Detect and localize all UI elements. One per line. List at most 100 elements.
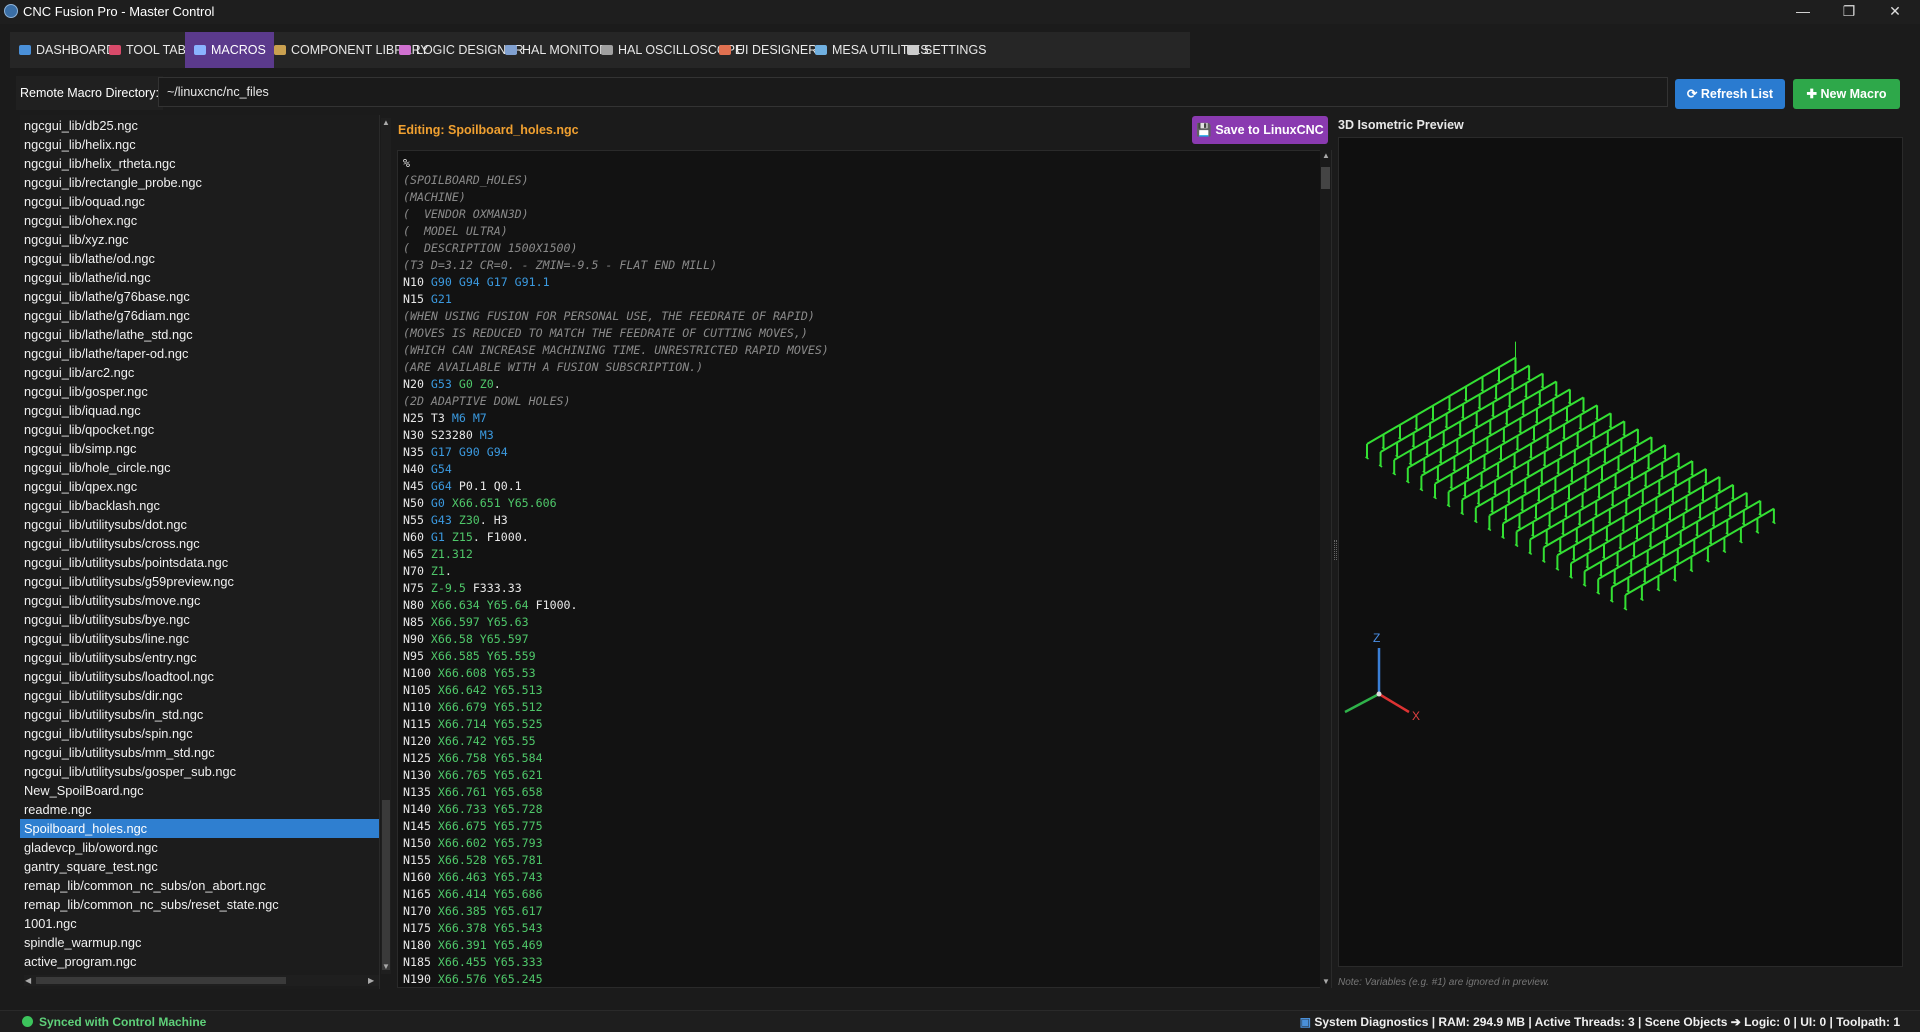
file-list-item[interactable]: remap_lib/common_nc_subs/reset_state.ngc	[20, 895, 379, 914]
file-list-item[interactable]: ngcgui_lib/xyz.ngc	[20, 230, 379, 249]
hole-mark	[1555, 567, 1560, 571]
code-line: N30 S23280 M3	[403, 427, 494, 444]
restore-button[interactable]: ❐	[1826, 0, 1872, 24]
hole-mark	[1365, 456, 1369, 460]
file-list-item[interactable]: remap_lib/common_nc_subs/on_abort.ngc	[20, 876, 379, 895]
code-token: X66.378 Y65.543	[437, 921, 543, 935]
file-list-item[interactable]: ngcgui_lib/hole_circle.ngc	[20, 458, 379, 477]
file-list-item[interactable]: New_SpoilBoard.ngc	[20, 781, 379, 800]
code-line: N40 G54	[403, 461, 452, 478]
tab-logic-designer[interactable]: LOGIC DESIGNER	[390, 32, 524, 68]
tab-mesa-utilities[interactable]: MESA UTILITIES	[806, 32, 929, 68]
file-list-item[interactable]: ngcgui_lib/utilitysubs/mm_std.ngc	[20, 743, 379, 762]
file-list-item[interactable]: ngcgui_lib/rectangle_probe.ngc	[20, 173, 379, 192]
gcode-editor[interactable]: % (SPOILBOARD_HOLES) (MACHINE) ( VENDOR OXM…	[397, 150, 1332, 988]
file-list-item[interactable]: active_program.ngc	[20, 952, 379, 971]
file-list-item[interactable]: ngcgui_lib/lathe/g76base.ngc	[20, 287, 379, 306]
save-to-linuxcnc-button[interactable]: 💾 Save to LinuxCNC	[1192, 116, 1328, 144]
hole-mark	[1419, 488, 1424, 492]
scroll-left-arrow-icon[interactable]: ◀	[25, 976, 31, 985]
file-list-item[interactable]: ngcgui_lib/helix_rtheta.ngc	[20, 154, 379, 173]
new-macro-button[interactable]: ✚ New Macro	[1793, 79, 1900, 109]
tab-label: SETTINGS	[924, 43, 987, 57]
scroll-down-arrow-icon[interactable]: ▼	[382, 962, 390, 971]
file-list-item[interactable]: spindle_warmup.ngc	[20, 933, 379, 952]
file-list-item[interactable]: Spoilboard_holes.ngc	[20, 819, 379, 838]
toolpath-canvas[interactable]: Z X	[1339, 138, 1902, 966]
tab-hal-oscilloscope[interactable]: HAL OSCILLOSCOPE	[592, 32, 743, 68]
file-list-item[interactable]: ngcgui_lib/helix.ngc	[20, 135, 379, 154]
minimize-button[interactable]: —	[1780, 0, 1826, 24]
tab-macros[interactable]: MACROS	[185, 32, 274, 68]
close-button[interactable]: ✕	[1872, 0, 1918, 24]
file-list-item[interactable]: ngcgui_lib/utilitysubs/dir.ngc	[20, 686, 379, 705]
file-list-item[interactable]: ngcgui_lib/utilitysubs/move.ngc	[20, 591, 379, 610]
refresh-list-button[interactable]: ⟳ Refresh List	[1675, 79, 1785, 109]
hole-mark	[1755, 530, 1760, 534]
code-line: N120 X66.742 Y65.55	[403, 733, 536, 750]
code-line: N70 Z1.	[403, 563, 452, 580]
file-list-item[interactable]: ngcgui_lib/iquad.ngc	[20, 401, 379, 420]
file-list-item[interactable]: ngcgui_lib/utilitysubs/loadtool.ngc	[20, 667, 379, 686]
file-list-item[interactable]: ngcgui_lib/qpex.ngc	[20, 477, 379, 496]
code-token: X66.714 Y65.525	[437, 717, 543, 731]
file-list-item[interactable]: ngcgui_lib/utilitysubs/gosper_sub.ngc	[20, 762, 379, 781]
tab-tool-table[interactable]: TOOL TABLE	[100, 32, 201, 68]
file-list-item[interactable]: ngcgui_lib/utilitysubs/cross.ngc	[20, 534, 379, 553]
file-list-item[interactable]: ngcgui_lib/lathe/lathe_std.ngc	[20, 325, 379, 344]
file-list-item[interactable]: ngcgui_lib/utilitysubs/in_std.ngc	[20, 705, 379, 724]
tab-dashboard[interactable]: DASHBOARD	[10, 32, 115, 68]
tab-settings[interactable]: SETTINGS	[898, 32, 989, 68]
code-token: N80	[403, 598, 431, 612]
chart-icon	[601, 45, 613, 55]
file-list-item[interactable]: ngcgui_lib/lathe/od.ngc	[20, 249, 379, 268]
editor-scroll-down-icon[interactable]: ▼	[1322, 977, 1330, 986]
scroll-up-arrow-icon[interactable]: ▲	[382, 118, 390, 127]
scroll-right-arrow-icon[interactable]: ▶	[368, 976, 374, 985]
file-list-item[interactable]: gantry_square_test.ngc	[20, 857, 379, 876]
file-list-item[interactable]: readme.ngc	[20, 800, 379, 819]
rapid-move-line	[1366, 356, 1517, 445]
file-list-item[interactable]: ngcgui_lib/utilitysubs/g59preview.ngc	[20, 572, 379, 591]
file-list-item[interactable]: ngcgui_lib/oquad.ngc	[20, 192, 379, 211]
code-token: N170	[403, 904, 438, 918]
file-list-item[interactable]: ngcgui_lib/arc2.ngc	[20, 363, 379, 382]
tab-hal-monitor[interactable]: HAL MONITOR	[496, 32, 608, 68]
code-token: G43	[430, 513, 459, 527]
file-list-item[interactable]: ngcgui_lib/utilitysubs/pointsdata.ngc	[20, 553, 379, 572]
hole-mark	[1514, 543, 1519, 548]
file-list-item[interactable]: ngcgui_lib/utilitysubs/line.ngc	[20, 629, 379, 648]
file-list-item[interactable]: ngcgui_lib/qpocket.ngc	[20, 420, 379, 439]
file-list-item[interactable]: ngcgui_lib/gosper.ngc	[20, 382, 379, 401]
code-token: G17 G90 G94	[430, 445, 508, 459]
editor-vertical-scrollbar[interactable]	[1320, 150, 1331, 988]
directory-input[interactable]	[158, 77, 1668, 107]
file-list-hscroll-thumb[interactable]	[36, 977, 286, 984]
tab-component-library[interactable]: COMPONENT LIBRARY	[265, 32, 429, 68]
file-list-item[interactable]: 1001.ngc	[20, 914, 379, 933]
file-list-item[interactable]: ngcgui_lib/utilitysubs/entry.ngc	[20, 648, 379, 667]
file-list-item[interactable]: ngcgui_lib/backlash.ngc	[20, 496, 379, 515]
file-list-scroll-thumb[interactable]	[382, 800, 390, 970]
file-list-item[interactable]: ngcgui_lib/db25.ngc	[20, 116, 379, 135]
editor-scroll-thumb[interactable]	[1321, 167, 1330, 189]
hole-mark	[1609, 599, 1614, 603]
code-token: X66.455 Y65.333	[437, 955, 543, 969]
isometric-preview-viewport[interactable]: Z X	[1338, 137, 1903, 967]
code-token: N45	[403, 479, 431, 493]
tab-ui-designer[interactable]: UI DESIGNER	[710, 32, 817, 68]
file-list-item[interactable]: ngcgui_lib/simp.ngc	[20, 439, 379, 458]
file-list-item[interactable]: ngcgui_lib/lathe/taper-od.ngc	[20, 344, 379, 363]
file-list-item[interactable]: ngcgui_lib/utilitysubs/dot.ngc	[20, 515, 379, 534]
file-list-item[interactable]: ngcgui_lib/ohex.ngc	[20, 211, 379, 230]
file-list-item[interactable]: ngcgui_lib/utilitysubs/spin.ngc	[20, 724, 379, 743]
code-token: N100	[403, 666, 438, 680]
macro-file-list[interactable]: ngcgui_lib/db25.ngc ngcgui_lib/helix.ngc n…	[20, 116, 379, 976]
pane-splitter-handle[interactable]	[1334, 540, 1337, 560]
file-list-item[interactable]: ngcgui_lib/lathe/id.ngc	[20, 268, 379, 287]
file-list-item[interactable]: ngcgui_lib/utilitysubs/bye.ngc	[20, 610, 379, 629]
file-list-item[interactable]: gladevcp_lib/oword.ngc	[20, 838, 379, 857]
file-list-item[interactable]: ngcgui_lib/lathe/g76diam.ngc	[20, 306, 379, 325]
code-token: (SPOILBOARD_HOLES)	[403, 173, 529, 187]
editor-scroll-up-icon[interactable]: ▲	[1322, 151, 1330, 160]
